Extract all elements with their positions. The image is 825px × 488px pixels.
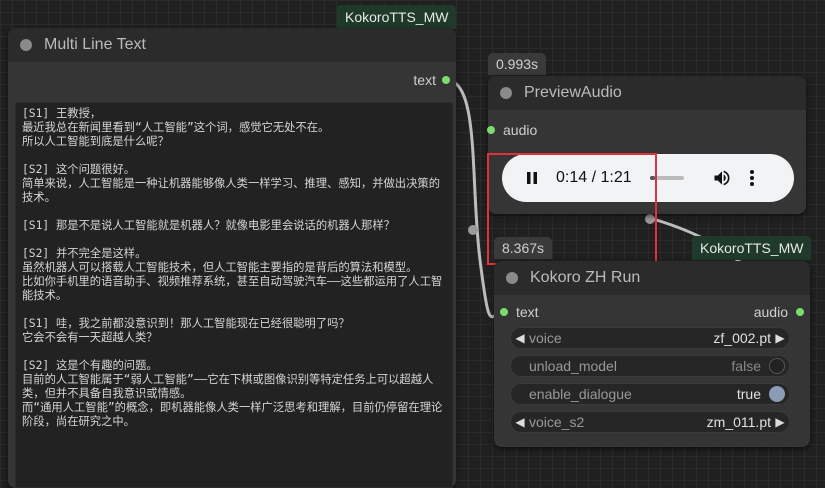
group-label-right[interactable]: KokoroTTS_MW	[692, 236, 812, 260]
node-title-bar[interactable]: PreviewAudio	[488, 76, 806, 110]
output-port-dot[interactable]	[796, 308, 804, 316]
volume-icon[interactable]	[712, 168, 732, 188]
text-output-port[interactable]: text	[413, 72, 450, 88]
node-title: PreviewAudio	[524, 84, 622, 101]
text-input-port[interactable]: text	[500, 304, 539, 320]
node-title: Multi Line Text	[44, 36, 146, 53]
next-arrow-icon[interactable]: ▶	[771, 415, 789, 429]
node-title-bar[interactable]: Kokoro ZH Run	[494, 261, 810, 295]
input-label: audio	[503, 122, 538, 138]
widget-label: voice	[529, 330, 562, 346]
next-arrow-icon[interactable]: ▶	[771, 331, 789, 345]
text-editor[interactable]: [S1] 王教授， 最近我总在新闻里看到“人工智能”这个词，感觉它无处不在。 所…	[15, 102, 453, 488]
voice-combo[interactable]: ◀ voice zf_002.pt ▶	[510, 327, 790, 349]
widget-label: unload_model	[529, 358, 617, 374]
prev-arrow-icon[interactable]: ◀	[511, 331, 529, 345]
audio-input-port[interactable]: audio	[487, 122, 537, 138]
toggle-on-icon[interactable]	[769, 386, 785, 402]
audio-output-port[interactable]: audio	[754, 304, 804, 320]
enable-dialogue-toggle[interactable]: enable_dialogue true	[510, 383, 790, 405]
widget-value: zm_011.pt	[706, 414, 771, 430]
group-label-top[interactable]: KokoroTTS_MW	[337, 5, 457, 29]
collapse-toggle-icon[interactable]	[20, 39, 32, 51]
input-port-dot[interactable]	[500, 308, 508, 316]
kokoro-zh-run-node[interactable]: Kokoro ZH Run text audio ◀ voice zf_002.…	[494, 261, 810, 447]
unload-model-toggle[interactable]: unload_model false	[510, 355, 790, 377]
link-midpoint-dot	[468, 225, 478, 235]
more-options-icon[interactable]	[749, 170, 754, 186]
collapse-toggle-icon[interactable]	[500, 87, 512, 99]
node-title: Kokoro ZH Run	[530, 269, 641, 286]
output-port-dot[interactable]	[442, 76, 450, 84]
widget-label: enable_dialogue	[529, 386, 632, 402]
execution-time-badge: 0.993s	[488, 53, 547, 75]
widget-value: false	[731, 358, 761, 374]
output-label: audio	[753, 304, 788, 320]
voice-s2-combo[interactable]: ◀ voice_s2 zm_011.pt ▶	[510, 411, 790, 433]
widget-label: voice_s2	[529, 414, 585, 430]
node-title-bar[interactable]: Multi Line Text	[8, 28, 456, 62]
multi-line-text-node[interactable]: Multi Line Text text [S1] 王教授， 最近我总在新闻里看…	[8, 28, 456, 488]
output-label: text	[413, 72, 436, 88]
widget-value: zf_002.pt	[713, 330, 771, 346]
collapse-toggle-icon[interactable]	[506, 272, 518, 284]
prev-arrow-icon[interactable]: ◀	[511, 415, 529, 429]
input-port-dot[interactable]	[487, 126, 495, 134]
execution-time-badge: 8.367s	[494, 237, 553, 259]
toggle-off-icon[interactable]	[769, 358, 785, 374]
input-label: text	[516, 304, 539, 320]
widget-value: true	[736, 386, 761, 402]
